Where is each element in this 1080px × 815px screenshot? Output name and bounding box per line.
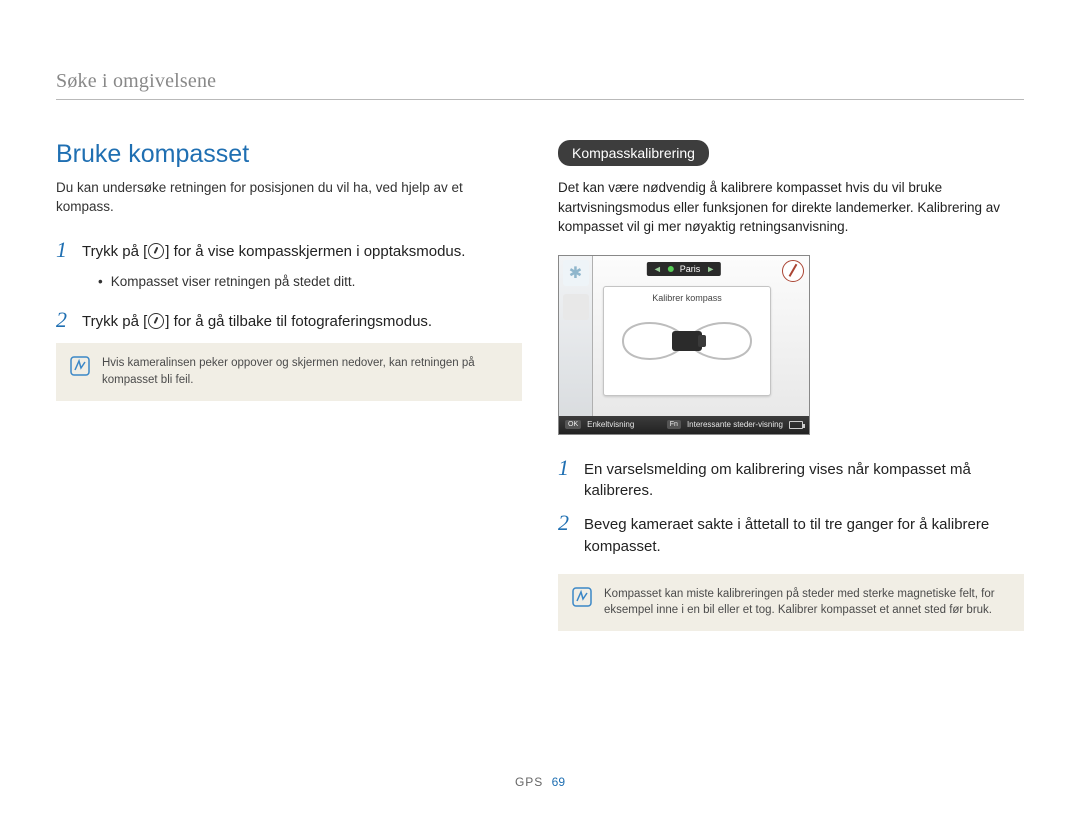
note-icon <box>70 356 90 376</box>
page-number: 69 <box>552 775 565 789</box>
camera-screen-illustration: ✱ ◄ Paris ► Kalibrer kompass <box>558 255 810 435</box>
step-number: 1 <box>558 457 574 479</box>
step-number: 2 <box>56 309 72 331</box>
note-text: Hvis kameralinsen peker oppover og skjer… <box>102 355 508 388</box>
note-text: Kompasset kan miste kalibreringen på ste… <box>604 586 1010 619</box>
step-2: 2 Trykk på [ ] for å gå tilbake til fotog… <box>56 309 522 333</box>
step-body: En varselsmelding om kalibrering vises n… <box>584 457 1024 503</box>
step-number: 2 <box>558 512 574 534</box>
compass-button-icon <box>148 313 164 329</box>
panel-title: Kalibrer kompass <box>612 293 762 303</box>
compass-dial-icon <box>782 260 804 282</box>
globe-icon <box>563 294 589 320</box>
ok-key-icon: OK <box>565 420 581 429</box>
snowflake-icon: ✱ <box>563 260 589 286</box>
camera-bottom-bar: OK Enkeltvisning Fn Interessante steder-… <box>559 416 809 434</box>
fn-key-icon: Fn <box>667 420 681 429</box>
step-1-post: ] for å vise kompasskjermen i opptaksmod… <box>165 243 465 260</box>
location-label: Paris <box>680 264 701 274</box>
content-columns: Bruke kompasset Du kan undersøke retning… <box>56 140 1024 631</box>
left-column: Bruke kompasset Du kan undersøke retning… <box>56 140 522 631</box>
bottom-left-label: Enkeltvisning <box>587 420 634 429</box>
note-box-left: Hvis kameralinsen peker oppover og skjer… <box>56 343 522 400</box>
step-1-bullet: Kompasset viser retningen på stedet ditt… <box>98 273 522 292</box>
compass-button-icon <box>148 243 164 259</box>
step-number: 1 <box>56 239 72 261</box>
step-body: Beveg kameraet sakte i åttetall to til t… <box>584 512 1024 558</box>
calibration-panel: Kalibrer kompass <box>603 286 771 396</box>
step-2-pre: Trykk på [ <box>82 313 147 330</box>
camera-icon <box>672 331 702 351</box>
section-header: Søke i omgivelsene <box>56 70 1024 100</box>
step-1: 1 Trykk på [ ] for å vise kompasskjermen … <box>56 239 522 263</box>
note-icon <box>572 587 592 607</box>
intro-text: Du kan undersøke retningen for posisjone… <box>56 179 522 217</box>
step-body: Trykk på [ ] for å gå tilbake til fotogra… <box>82 309 432 333</box>
page: Søke i omgivelsene Bruke kompasset Du ka… <box>0 0 1080 815</box>
footer-label: GPS <box>515 775 543 789</box>
bottom-right-label: Interessante steder-visning <box>687 420 783 429</box>
subsection-pill: Kompasskalibrering <box>558 140 709 166</box>
location-tag: ◄ Paris ► <box>647 262 721 276</box>
right-step-2: 2 Beveg kameraet sakte i åttetall to til… <box>558 512 1024 558</box>
step-2-post: ] for å gå tilbake til fotograferingsmod… <box>165 313 432 330</box>
step-1-pre: Trykk på [ <box>82 243 147 260</box>
battery-icon <box>789 421 803 429</box>
calibration-intro: Det kan være nødvendig å kalibrere kompa… <box>558 178 1024 237</box>
mode-strip: ✱ <box>559 256 593 434</box>
chevron-left-icon: ◄ <box>653 264 662 274</box>
note-box-right: Kompasset kan miste kalibreringen på ste… <box>558 574 1024 631</box>
location-dot-icon <box>668 266 674 272</box>
page-title: Bruke kompasset <box>56 140 522 169</box>
page-footer: GPS 69 <box>0 775 1080 789</box>
chevron-right-icon: ► <box>706 264 715 274</box>
step-body: Trykk på [ ] for å vise kompasskjermen i … <box>82 239 465 263</box>
right-column: Kompasskalibrering Det kan være nødvendi… <box>558 140 1024 631</box>
right-step-1: 1 En varselsmelding om kalibrering vises… <box>558 457 1024 503</box>
figure-eight-icon <box>613 307 761 375</box>
